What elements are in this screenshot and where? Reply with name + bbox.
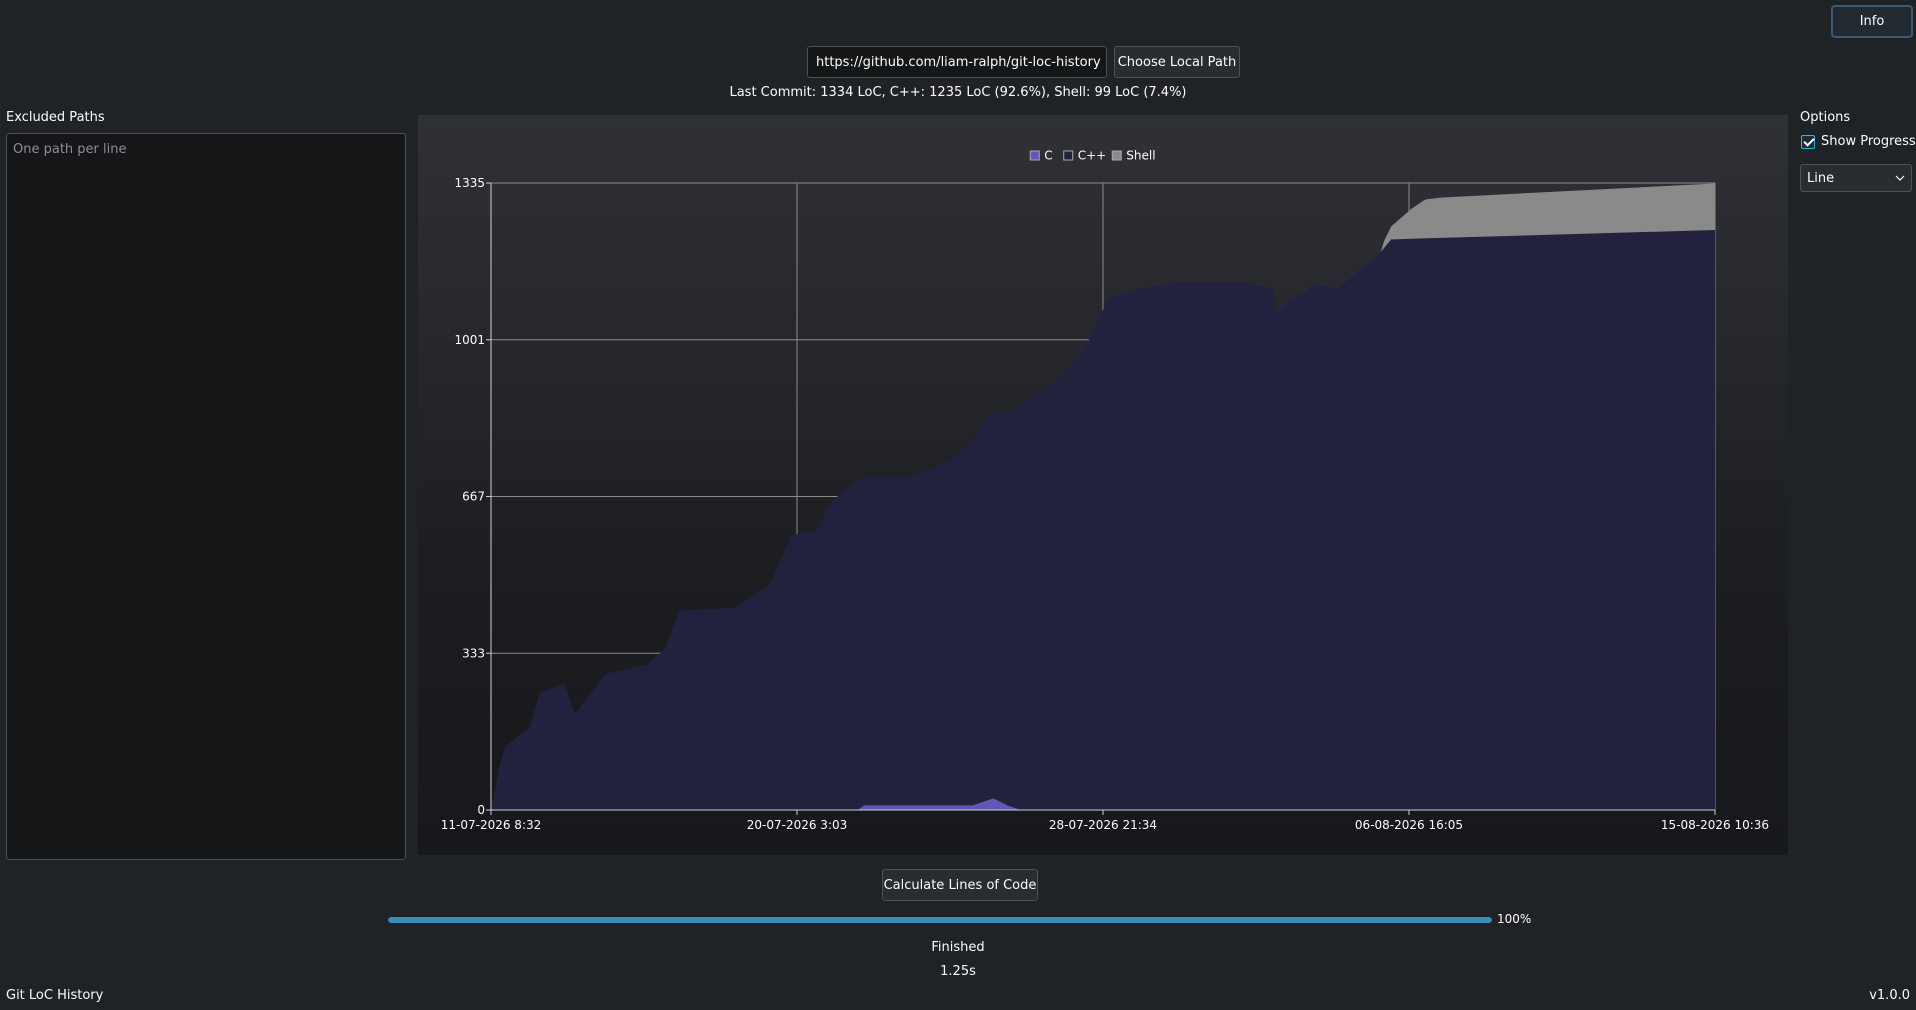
legend-swatch [1029,150,1040,161]
y-tick-label: 667 [462,490,485,504]
x-tick-label: 28-07-2026 21:34 [1049,818,1157,832]
legend-swatch [1063,150,1074,161]
info-button[interactable]: Info [1831,5,1913,38]
legend-label: Shell [1126,149,1155,163]
y-tick-label: 1001 [454,333,485,347]
app-name: Git LoC History [6,988,104,1003]
chevron-down-icon [1895,175,1905,181]
x-tick-label: 15-08-2026 10:36 [1661,818,1769,832]
y-tick-label: 0 [477,803,485,817]
x-tick-label: 11-07-2026 8:32 [441,818,542,832]
last-commit-summary: Last Commit: 1334 LoC, C++: 1235 LoC (92… [729,85,1187,100]
area-cpp [491,230,1715,810]
progress-bar [388,917,1492,923]
excluded-paths-textarea[interactable]: One path per line [6,133,406,860]
excluded-paths-label: Excluded Paths [6,110,105,125]
x-tick-label: 20-07-2026 3:03 [747,818,848,832]
repo-url-input[interactable]: https://github.com/liam-ralph/git-loc-hi… [807,46,1107,78]
version-label: v1.0.0 [1869,988,1910,1003]
legend-swatch [1111,150,1122,161]
elapsed-time: 1.25s [940,964,976,979]
options-label: Options [1800,110,1851,125]
status-text: Finished [931,940,985,955]
show-progress-checkbox[interactable] [1801,134,1815,149]
progress-percent: 100% [1497,912,1532,926]
chart-canvas: 0 333 667 1001 1335 11-07-2026 8:32 20-07-2026… [441,149,1769,833]
chart-type-value: Line [1807,170,1835,186]
choose-local-path-button[interactable]: Choose Local Path [1114,46,1240,78]
excluded-paths-placeholder: One path per line [13,142,127,157]
legend-label: C++ [1078,149,1107,163]
show-progress-label: Show Progress [1821,134,1916,149]
chart-type-select[interactable]: Line [1800,164,1912,192]
progress-bar-fill [388,917,1492,923]
y-tick-label: 1335 [454,176,485,190]
loc-chart: 0 333 667 1001 1335 11-07-2026 8:32 20-07-2026… [418,115,1788,855]
x-tick-label: 06-08-2026 16:05 [1355,818,1463,832]
calculate-button[interactable]: Calculate Lines of Code [882,869,1038,901]
show-progress-toggle[interactable]: Show Progress [1801,134,1916,149]
y-tick-label: 333 [462,646,485,660]
legend-label: C [1044,149,1052,163]
